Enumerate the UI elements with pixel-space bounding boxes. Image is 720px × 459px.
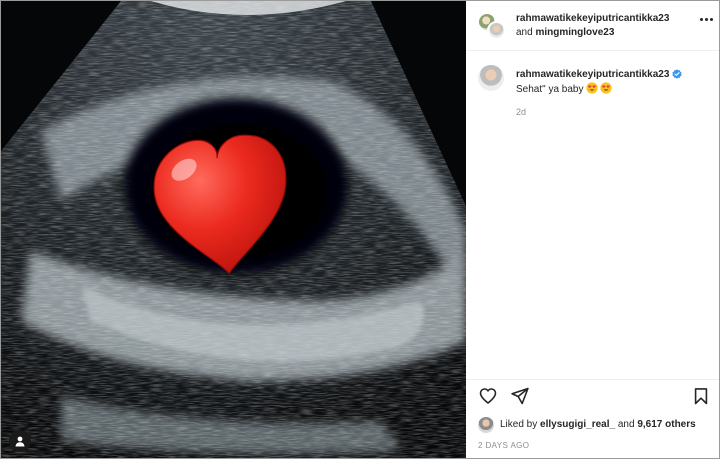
likes-and-text: and <box>617 419 635 430</box>
post-media[interactable] <box>1 1 466 458</box>
bookmark-icon[interactable] <box>691 386 711 406</box>
liked-by-text: Liked by <box>500 419 538 430</box>
person-icon <box>15 436 25 447</box>
post-header: rahmawatikekeyiputricantikka23 and mingm… <box>466 1 719 51</box>
avatar[interactable] <box>478 417 494 433</box>
likes-count-link[interactable]: 9,617 others <box>637 418 695 432</box>
post-timestamp[interactable]: 2 DAYS AGO <box>478 441 529 450</box>
user-tag-icon[interactable] <box>9 430 31 452</box>
paper-plane-icon[interactable] <box>510 386 530 406</box>
avatar[interactable] <box>478 65 504 91</box>
smiling-face-with-heart-eyes-icon <box>599 82 612 94</box>
caption-text: Sehat" ya baby <box>516 82 716 97</box>
author-username-link[interactable]: rahmawatikekeyiputricantikka23 <box>516 12 669 26</box>
caption-username-link[interactable]: rahmawatikekeyiputricantikka23 <box>516 69 669 80</box>
heart-outline-icon[interactable] <box>478 386 498 406</box>
caption-timestamp[interactable]: 2d <box>516 105 716 119</box>
collab-avatars[interactable] <box>478 13 506 41</box>
and-text: and <box>516 27 533 38</box>
post-side-panel: rahmawatikekeyiputricantikka23 and mingm… <box>466 1 719 458</box>
caption-body: rahmawatikekeyiputricantikka23 Sehat" ya… <box>516 68 716 119</box>
header-usernames: rahmawatikekeyiputricantikka23 and mingm… <box>516 12 669 40</box>
avatar[interactable] <box>487 21 506 40</box>
ultrasound-image <box>1 1 466 458</box>
caption-text-content: Sehat" ya baby <box>516 84 584 95</box>
instagram-post-window: rahmawatikekeyiputricantikka23 and mingm… <box>0 0 720 459</box>
smiling-face-with-heart-eyes-icon <box>585 82 598 94</box>
verified-badge-icon <box>672 69 683 79</box>
action-bar <box>466 379 719 409</box>
more-horizontal-icon[interactable] <box>700 18 713 21</box>
collaborator-username-link[interactable]: mingminglove23 <box>535 27 614 38</box>
liker-username-link[interactable]: ellysugigi_real_ <box>540 418 615 432</box>
likes-summary: Liked by ellysugigi_real_ and 9,617 othe… <box>478 417 718 433</box>
